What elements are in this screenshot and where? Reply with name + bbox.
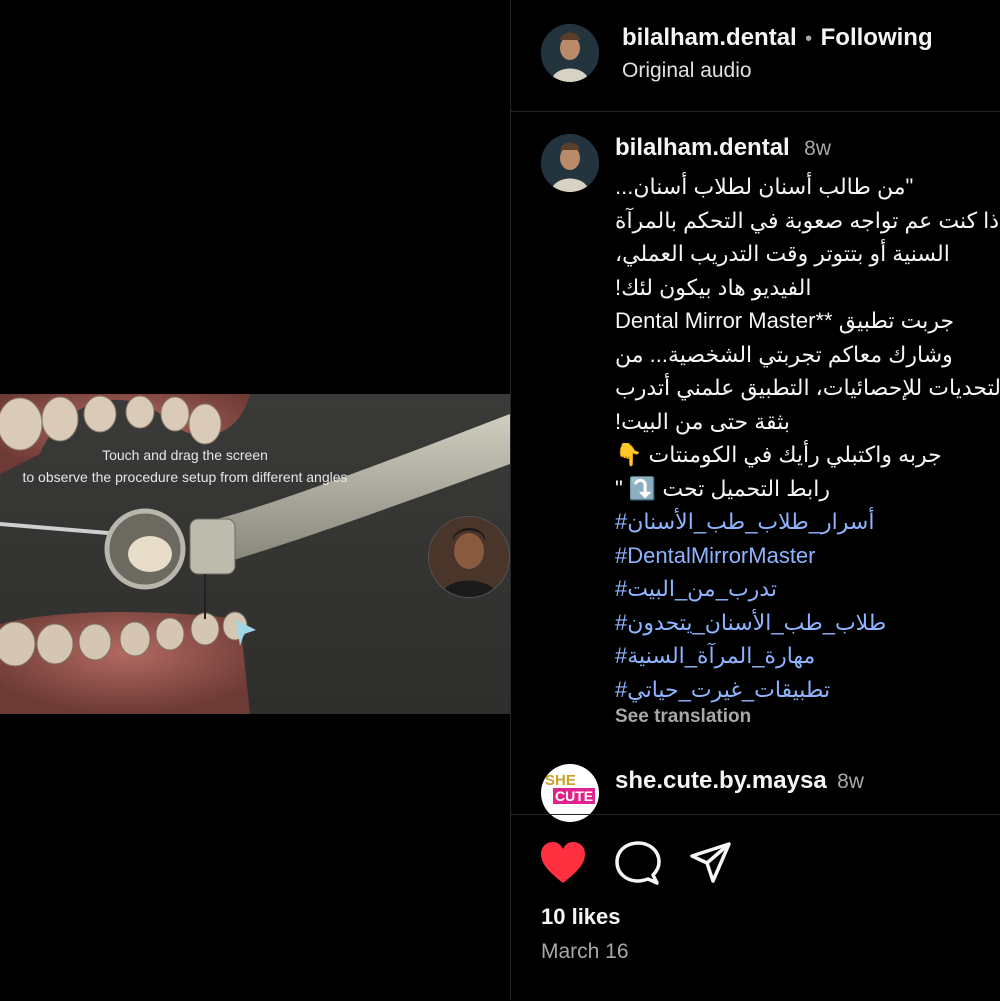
caption-header: bilalham.dental 8w bbox=[615, 134, 1000, 170]
post-details-pane: bilalham.dental • Following Original aud… bbox=[510, 0, 1000, 1000]
caption-line: "من طالب أسنان لطلاب أسنان... bbox=[615, 174, 914, 199]
like-button[interactable] bbox=[539, 841, 587, 890]
hashtag-link[interactable]: #مهارة_المرآة_السنية bbox=[615, 639, 1000, 673]
caption-age: 8w bbox=[804, 137, 832, 160]
caption-line: جربت تطبيق **Dental Mirror Master bbox=[615, 308, 955, 333]
comment-icon bbox=[615, 841, 661, 885]
caption-line: رابط التحميل تحت ⤵️ " bbox=[615, 475, 830, 501]
avatar-logo-text: CUTE bbox=[553, 788, 596, 804]
hashtag-link[interactable]: #طلاب_طب_الأسنان_يتحدون bbox=[615, 606, 1000, 640]
hashtag-link[interactable]: #أسرار_طلاب_طب_الأسنان bbox=[615, 505, 1000, 539]
caption-line: السنية أو بتتوتر وقت التدريب العملي، bbox=[615, 241, 950, 266]
separator-dot: • bbox=[805, 28, 813, 50]
author-avatar[interactable] bbox=[541, 24, 599, 82]
hashtag-link[interactable]: #تطبيقات_غيرت_حياتي bbox=[615, 673, 1000, 707]
commenter-username[interactable]: she.cute.by.maysa bbox=[615, 767, 827, 794]
author-username[interactable]: bilalham.dental bbox=[622, 24, 797, 51]
video-hint-line-2: to observe the procedure setup from diff… bbox=[22, 469, 348, 485]
avatar-logo-text: SHE bbox=[545, 772, 576, 789]
hashtag-link[interactable]: #DentalMirrorMaster bbox=[615, 539, 1000, 573]
hashtag-link[interactable]: #تدرب_من_البيت bbox=[615, 572, 1000, 606]
facecam-bubble bbox=[428, 516, 510, 598]
see-translation-link[interactable]: See translation bbox=[615, 706, 1000, 728]
comment-button[interactable] bbox=[615, 841, 661, 890]
person-icon bbox=[429, 517, 509, 597]
comment-header: she.cute.by.maysa 8w bbox=[615, 767, 864, 795]
header-title-row: bilalham.dental • Following bbox=[622, 24, 933, 52]
media-pane: Touch and drag the screen to observe the… bbox=[0, 0, 510, 1000]
caption-line: وشارك معاكم تجربتي الشخصية... من bbox=[615, 341, 953, 367]
caption-line: بثقة حتى من البيت! bbox=[615, 408, 790, 434]
caption-line: الفيديو هاد بيكون لئك! bbox=[615, 274, 812, 300]
likes-count[interactable]: 10 likes bbox=[541, 904, 621, 930]
caption-line: جربه واكتبلي رأيك في الكومنتات 👇 bbox=[615, 442, 942, 467]
comment-age: 8w bbox=[837, 770, 864, 793]
avatar-icon bbox=[541, 24, 599, 82]
caption-author-avatar[interactable] bbox=[541, 134, 599, 192]
avatar-icon bbox=[541, 134, 599, 192]
share-button[interactable] bbox=[689, 841, 733, 890]
audio-label[interactable]: Original audio bbox=[622, 59, 752, 83]
caption-block: bilalham.dental 8w "من طالب أسنان لطلاب … bbox=[615, 134, 1000, 814]
post-header: bilalham.dental • Following Original aud… bbox=[511, 0, 1000, 112]
video-hint: Touch and drag the screen to observe the… bbox=[0, 444, 370, 488]
caption-line: إذا كنت عم تواجه صعوبة في التحكم بالمرآة bbox=[615, 207, 1000, 233]
caption-username[interactable]: bilalham.dental bbox=[615, 134, 790, 161]
post-date: March 16 bbox=[541, 940, 629, 963]
send-icon bbox=[690, 842, 731, 883]
video-hint-line-1: Touch and drag the screen bbox=[102, 447, 268, 463]
following-button[interactable]: Following bbox=[821, 24, 933, 51]
caption-line: التحديات للإحصائيات، التطبيق علمني أتدرب bbox=[615, 375, 1000, 400]
heart-icon bbox=[541, 842, 585, 883]
